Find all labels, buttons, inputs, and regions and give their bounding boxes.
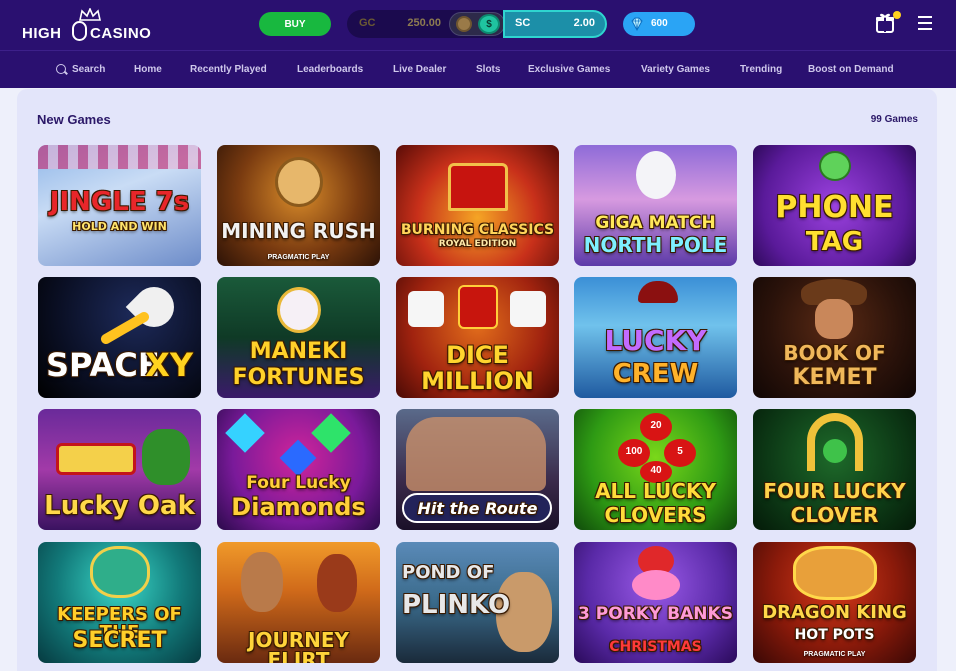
game-title: Four Lucky — [246, 473, 351, 493]
game-tagline: MILLION — [421, 367, 534, 395]
sc-balance: 2.00 — [573, 17, 595, 29]
game-title: JOURNEY FLIRT — [248, 628, 349, 663]
nav-item-exclusive-games[interactable]: Exclusive Games — [528, 64, 610, 75]
crown-icon — [79, 8, 101, 21]
top-bar: HIGH CASINO BUY GC 250.00 $ SC 2.00 600 — [0, 0, 956, 50]
nav-item-boost-on-demand[interactable]: Boost on Demand — [808, 64, 894, 75]
section-title: New Games — [37, 112, 111, 127]
game-tagline: TAG — [805, 227, 864, 257]
game-tagline: HOT POTS — [794, 627, 875, 643]
game-title: BOOK OF — [783, 341, 886, 365]
game-tile-pond-of-plinko[interactable]: POND OF PLINKO — [396, 542, 559, 663]
gift-icon[interactable] — [875, 12, 895, 34]
game-tile-keepers-of-the-secret[interactable]: KEEPERS OF THE SECRET — [38, 542, 201, 663]
game-tagline: CLOVERS — [604, 503, 707, 527]
nav-item-trending[interactable]: Trending — [740, 64, 782, 75]
game-title: MANEKI — [249, 339, 348, 364]
provider-label: PRAGMATIC PLAY — [267, 254, 330, 261]
provider-label: PRAGMATIC PLAY — [803, 651, 866, 658]
game-tile-lucky-crew[interactable]: LUCKY CREW — [574, 277, 737, 398]
game-tile-dice-million[interactable]: DICE MILLION — [396, 277, 559, 398]
game-tile-four-lucky-clover[interactable]: FOUR LUCKY CLOVER — [753, 409, 916, 530]
game-tile-phone-tag[interactable]: PHONE TAG — [753, 145, 916, 266]
game-title: FOUR LUCKY — [763, 479, 906, 503]
game-title: DRAGON KING — [762, 602, 907, 623]
nav-item-home[interactable]: Home — [134, 64, 162, 75]
game-title: MINING RUSH — [221, 219, 376, 243]
game-tagline: PLINKO — [402, 590, 511, 620]
nav-item-search[interactable]: Search — [72, 64, 105, 75]
notification-dot — [893, 11, 901, 19]
sc-balance-pill[interactable]: SC 2.00 — [503, 10, 607, 38]
gc-label: GC — [359, 17, 376, 29]
game-title: Hit the Route — [417, 499, 538, 518]
game-tagline: HOLD AND WIN — [72, 220, 167, 233]
gold-coin-icon — [456, 16, 472, 32]
game-tile-book-of-kemet[interactable]: BOOK OF KEMET — [753, 277, 916, 398]
lines-badge-20: 20 — [640, 413, 672, 441]
game-title: LUCKY — [604, 324, 707, 357]
games-count-link[interactable]: 99 Games — [871, 114, 918, 125]
game-tile-four-lucky-diamonds[interactable]: Four Lucky Diamonds — [217, 409, 380, 530]
gems-balance[interactable]: 600 — [623, 12, 695, 36]
nav-item-leaderboards[interactable]: Leaderboards — [297, 64, 363, 75]
sc-label: SC — [515, 17, 531, 29]
nav-item-recently-played[interactable]: Recently Played — [190, 64, 267, 75]
game-title: POND OF — [402, 562, 495, 583]
game-tile-hit-the-route[interactable]: Hit the Route — [396, 409, 559, 530]
category-nav: Search Home Recently Played Leaderboards… — [0, 50, 956, 88]
game-title: JINGLE 7s — [49, 187, 190, 217]
game-title: DICE — [446, 341, 509, 369]
game-tagline: CLOVER — [790, 503, 879, 527]
game-tagline: NORTH POLE — [583, 233, 728, 257]
diamond-icon — [631, 17, 643, 32]
game-tagline: FORTUNES — [232, 365, 365, 390]
high-5-casino-logo[interactable]: HIGH CASINO — [22, 8, 157, 42]
game-title: ALL LUCKY — [595, 479, 716, 503]
lines-badge-5: 5 — [664, 439, 696, 467]
nav-item-slots[interactable]: Slots — [476, 64, 500, 75]
game-tagline: KEMET — [792, 365, 877, 390]
game-title: PHONE — [775, 190, 894, 225]
game-tagline: SECRET — [72, 628, 167, 653]
currency-switcher[interactable]: GC 250.00 $ SC 2.00 — [347, 10, 607, 38]
game-title: Lucky Oak — [44, 491, 195, 521]
logo-word-high: HIGH — [22, 25, 62, 42]
game-tile-lucky-oak[interactable]: Lucky Oak — [38, 409, 201, 530]
gems-value: 600 — [651, 18, 668, 29]
game-tile-dragon-king-hot-pots[interactable]: DRAGON KING HOT POTS PRAGMATIC PLAY — [753, 542, 916, 663]
game-tile-mining-rush[interactable]: MINING RUSH PRAGMATIC PLAY — [217, 145, 380, 266]
game-tagline: CHRISTMAS — [609, 639, 702, 655]
nav-item-live-dealer[interactable]: Live Dealer — [393, 64, 446, 75]
game-tile-3-porky-banks-christmas[interactable]: 3 PORKY BANKS CHRISTMAS — [574, 542, 737, 663]
game-title: GIGA MATCH — [595, 213, 716, 233]
menu-icon[interactable] — [918, 16, 934, 30]
gc-balance: 250.00 — [407, 17, 441, 29]
game-tagline: XY — [145, 346, 193, 384]
game-tile-space-xy[interactable]: SPACE XY — [38, 277, 201, 398]
sweeps-coin-icon: $ — [478, 14, 500, 34]
logo-word-casino: CASINO — [90, 25, 152, 42]
logo-five-mark — [72, 21, 87, 41]
game-tile-jingle-7s[interactable]: JINGLE 7s HOLD AND WIN — [38, 145, 201, 266]
game-tile-giga-match-north-pole[interactable]: GIGA MATCH NORTH POLE — [574, 145, 737, 266]
game-tagline: ROYAL EDITION — [438, 239, 517, 249]
game-title: BURNING CLASSICS — [400, 222, 555, 238]
game-tile-journey-flirt[interactable]: JOURNEY FLIRT — [217, 542, 380, 663]
game-tagline: Diamonds — [231, 493, 366, 521]
game-tile-burning-classics[interactable]: BURNING CLASSICS ROYAL EDITION — [396, 145, 559, 266]
buy-button[interactable]: BUY — [259, 12, 331, 36]
search-icon[interactable] — [56, 64, 66, 74]
game-tile-all-lucky-clovers[interactable]: 20 100 5 40 ALL LUCKY CLOVERS — [574, 409, 737, 530]
game-tile-maneki-fortunes[interactable]: MANEKI FORTUNES — [217, 277, 380, 398]
game-tagline: CREW — [612, 359, 699, 389]
game-title: 3 PORKY BANKS — [578, 604, 733, 624]
currency-toggle[interactable]: $ — [449, 12, 505, 36]
nav-item-variety-games[interactable]: Variety Games — [641, 64, 710, 75]
